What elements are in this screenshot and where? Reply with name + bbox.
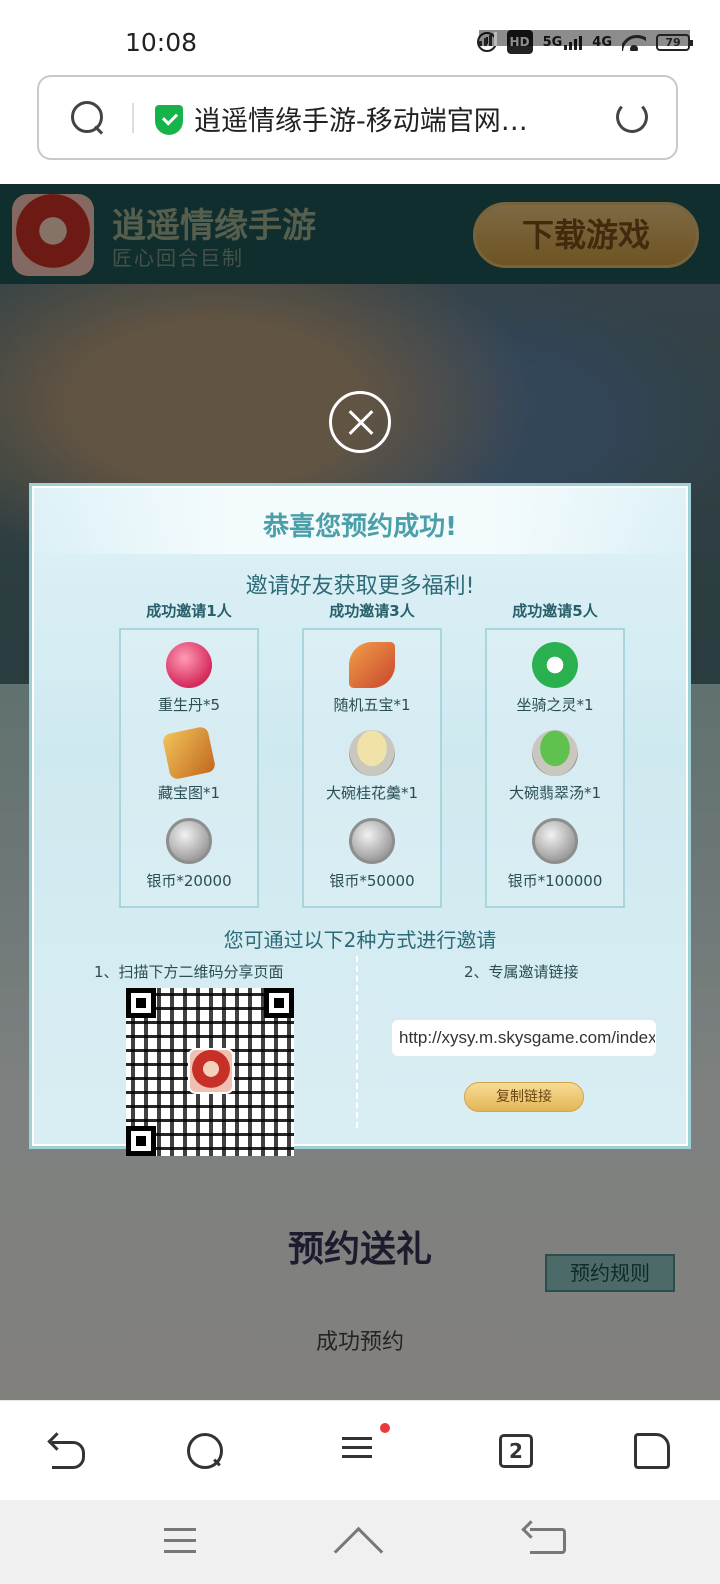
method-link-label: 2、专属邀请链接 — [464, 963, 579, 981]
reward-item: 银币*50000 — [304, 818, 440, 891]
reload-icon[interactable] — [616, 101, 648, 133]
reward-label: 大碗翡翠汤*1 — [508, 784, 602, 802]
reward-label: 银币*50000 — [329, 872, 415, 890]
invite-methods-title: 您可通过以下2种方式进行邀请 — [223, 928, 497, 952]
tier-2-rewards: 随机五宝*1 大碗桂花羹*1 银币*50000 — [302, 628, 442, 908]
wifi-icon — [622, 30, 646, 54]
battery-icon: 79 — [656, 33, 693, 51]
reward-item: 藏宝图*1 — [121, 725, 257, 803]
search-icon[interactable] — [71, 101, 105, 135]
reward-label: 银币*20000 — [146, 872, 232, 890]
page-title[interactable]: 逍遥情缘手游-移动端官网… — [194, 99, 584, 138]
tier-2-header: 成功邀请3人 — [329, 602, 415, 620]
back-key-icon[interactable] — [530, 1528, 566, 1554]
tabs-button[interactable]: 2 — [499, 1434, 533, 1468]
silver-coin-icon — [532, 818, 578, 864]
tier-1-header: 成功邀请1人 — [146, 602, 232, 620]
notification-dot — [380, 1423, 390, 1433]
url-bar[interactable]: 逍遥情缘手游-移动端官网… — [37, 75, 678, 160]
modal-subtitle: 邀请好友获取更多福利! — [245, 574, 475, 599]
copy-link-button[interactable]: 复制链接 — [464, 1082, 584, 1112]
secure-shield-icon — [155, 105, 183, 135]
reward-item: 大碗翡翠汤*1 — [487, 730, 623, 803]
home-key-icon[interactable] — [337, 1528, 383, 1558]
phoenix-feather-icon — [349, 642, 395, 688]
recent-apps-icon[interactable] — [164, 1528, 196, 1561]
qr-finder — [264, 988, 294, 1018]
qr-avatar — [188, 1048, 234, 1094]
reward-label: 银币*100000 — [507, 872, 603, 890]
reward-item: 坐骑之灵*1 — [487, 642, 623, 715]
home-icon[interactable] — [634, 1433, 670, 1469]
reward-label: 藏宝图*1 — [157, 784, 221, 802]
invite-modal: 恭喜您预约成功! 邀请好友获取更多福利! 成功邀请1人 成功邀请3人 成功邀请5… — [32, 486, 688, 1156]
4g-signal-icon: 4G — [478, 30, 690, 54]
url-divider — [132, 103, 134, 133]
invite-link-field[interactable]: http://xysy.m.skysgame.com/index — [392, 1020, 656, 1056]
system-nav-bar — [0, 1500, 720, 1584]
qr-finder — [126, 1126, 156, 1156]
mount-spirit-icon — [532, 642, 578, 688]
reward-item: 随机五宝*1 — [304, 642, 440, 715]
silver-coin-icon — [349, 818, 395, 864]
browser-toolbar: 2 — [0, 1400, 720, 1500]
method-qr-label: 1、扫描下方二维码分享页面 — [94, 963, 284, 981]
reward-label: 重生丹*5 — [157, 696, 221, 714]
treasure-map-icon — [161, 725, 217, 781]
rebirth-pill-icon — [166, 642, 212, 688]
reward-item: 大碗桂花羹*1 — [304, 730, 440, 803]
silver-coin-icon — [166, 818, 212, 864]
osmanthus-soup-icon — [349, 730, 395, 776]
reward-label: 大碗桂花羹*1 — [325, 784, 419, 802]
tier-3-header: 成功邀请5人 — [512, 602, 598, 620]
clock: 10:08 — [125, 28, 198, 57]
reward-label: 坐骑之灵*1 — [516, 696, 594, 714]
status-icons: HD 5G 4G 79 — [476, 30, 693, 54]
menu-icon[interactable] — [340, 1423, 390, 1471]
jade-soup-icon — [532, 730, 578, 776]
status-bar: 10:08 HD 5G 4G 79 — [0, 0, 720, 72]
reward-item: 银币*100000 — [487, 818, 623, 891]
back-icon[interactable] — [48, 1431, 88, 1471]
reward-label: 随机五宝*1 — [333, 696, 411, 714]
search-icon[interactable] — [185, 1431, 225, 1471]
qr-finder — [126, 988, 156, 1018]
tier-1-rewards: 重生丹*5 藏宝图*1 银币*20000 — [119, 628, 259, 908]
reward-item: 重生丹*5 — [121, 642, 257, 715]
methods-divider — [356, 956, 358, 1128]
modal-title: 恭喜您预约成功! — [263, 512, 457, 542]
close-icon[interactable] — [329, 391, 391, 453]
tier-3-rewards: 坐骑之灵*1 大碗翡翠汤*1 银币*100000 — [485, 628, 625, 908]
reward-item: 银币*20000 — [121, 818, 257, 891]
qr-code — [126, 988, 294, 1156]
